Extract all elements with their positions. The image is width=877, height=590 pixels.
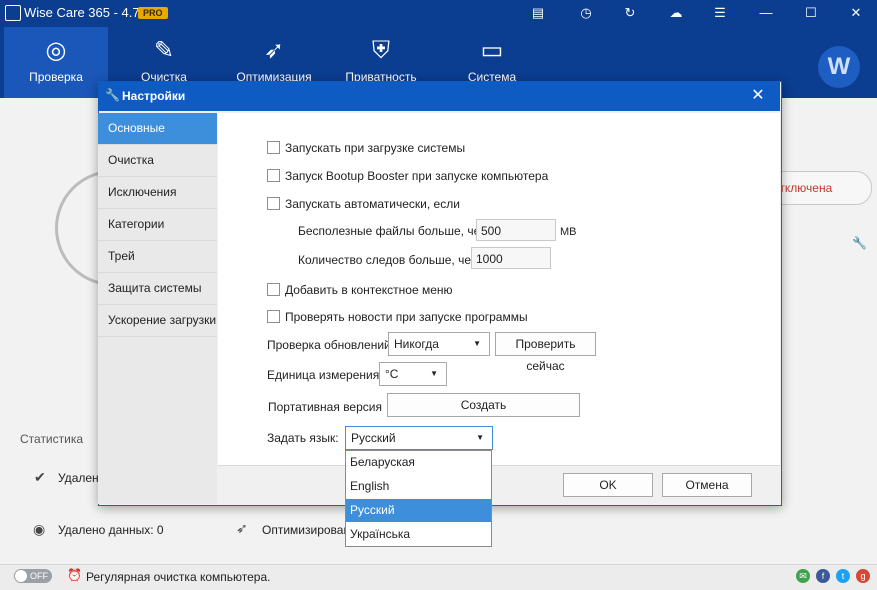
check-now-button[interactable]: Проверить сейчас bbox=[495, 332, 596, 373]
auto-run-option[interactable]: Запускать автоматически, если bbox=[267, 196, 460, 212]
junk-threshold-label: Бесполезные файлы больше, чем bbox=[298, 224, 489, 238]
menu-icon[interactable]: ☰ bbox=[711, 4, 729, 22]
rocket-icon: ➶ bbox=[236, 520, 248, 536]
broom-icon: ✎ bbox=[153, 37, 175, 64]
facebook-icon[interactable]: f bbox=[816, 569, 830, 583]
close-app-icon[interactable]: ✕ bbox=[847, 4, 865, 22]
traces-threshold-label: Количество следов больше, чем bbox=[298, 253, 480, 267]
close-icon[interactable]: ✕ bbox=[748, 86, 768, 106]
chevron-down-icon: ▼ bbox=[473, 339, 481, 348]
stats-removed: Удален bbox=[58, 471, 99, 485]
divider bbox=[218, 465, 780, 466]
app-logo-icon bbox=[5, 5, 21, 21]
unit-label: Единица измерения: bbox=[267, 368, 383, 382]
email-icon[interactable]: ✉ bbox=[796, 569, 810, 583]
radar-icon: ◎ bbox=[45, 37, 67, 64]
status-text[interactable]: Регулярная очистка компьютера. bbox=[86, 570, 270, 584]
unit-select[interactable]: °C ▼ bbox=[379, 362, 447, 386]
maximize-icon[interactable]: ☐ bbox=[802, 4, 820, 22]
chevron-down-icon: ▼ bbox=[476, 433, 484, 442]
stats-title: Статистика bbox=[20, 432, 84, 446]
shield-icon: ⛨ bbox=[372, 37, 390, 64]
language-option-russian[interactable]: Русский bbox=[346, 499, 491, 522]
sidebar-item-exclusions[interactable]: Исключения bbox=[98, 177, 217, 209]
broom-icon: ✔ bbox=[34, 469, 46, 485]
context-menu-checkbox[interactable] bbox=[267, 283, 280, 296]
wrench-icon: 🔧 bbox=[105, 88, 120, 102]
minimize-icon[interactable]: — bbox=[757, 4, 775, 22]
avatar[interactable]: W bbox=[818, 46, 860, 88]
language-select[interactable]: Русский ▼ bbox=[345, 426, 493, 450]
auto-run-checkbox[interactable] bbox=[267, 197, 280, 210]
eye-icon: ◉ bbox=[33, 521, 46, 537]
stats-optimized: Оптимизировано bbox=[262, 523, 357, 537]
check-news-checkbox[interactable] bbox=[267, 310, 280, 323]
language-option-ukrainian[interactable]: Українська bbox=[346, 523, 491, 546]
sidebar-item-clean[interactable]: Очистка bbox=[98, 145, 217, 177]
check-news-option[interactable]: Проверять новости при запуске программы bbox=[267, 309, 528, 325]
pro-badge: PRO bbox=[138, 7, 168, 19]
dialog-title: Настройки bbox=[122, 89, 186, 103]
updates-label: Проверка обновлений bbox=[267, 338, 391, 352]
bootup-option[interactable]: Запуск Bootup Booster при запуске компью… bbox=[267, 168, 548, 184]
dialog-header bbox=[98, 81, 780, 111]
app-title: Wise Care 365 - 4.7.3 bbox=[24, 5, 151, 20]
updates-select[interactable]: Никогда ▼ bbox=[388, 332, 490, 356]
create-portable-button[interactable]: Создать bbox=[387, 393, 580, 417]
language-option-english[interactable]: English bbox=[346, 475, 491, 498]
stats-removed-data: Удалено данных: 0 bbox=[58, 523, 164, 537]
chevron-down-icon: ▼ bbox=[430, 369, 438, 378]
junk-threshold-input[interactable]: 500 bbox=[476, 219, 556, 241]
wrench-icon[interactable]: 🔧 bbox=[852, 236, 867, 250]
startup-option[interactable]: Запускать при загрузке системы bbox=[267, 140, 465, 156]
sidebar-item-boot-speedup[interactable]: Ускорение загрузки bbox=[98, 305, 217, 337]
ok-button[interactable]: OK bbox=[563, 473, 653, 497]
sidebar-item-protection[interactable]: Защита системы bbox=[98, 273, 217, 305]
traces-threshold-input[interactable]: 1000 bbox=[471, 247, 551, 269]
portable-label: Портативная версия bbox=[268, 400, 382, 414]
junk-unit: MB bbox=[560, 226, 577, 238]
rocket-icon: ➶ bbox=[263, 37, 285, 64]
language-label: Задать язык: bbox=[267, 431, 339, 445]
alarm-clock-icon: ⏰ bbox=[67, 568, 82, 582]
nav-label: Проверка bbox=[29, 70, 83, 84]
nav-item-check[interactable]: ◎ Проверка bbox=[4, 27, 108, 98]
feedback-icon[interactable]: ▤ bbox=[529, 4, 547, 22]
sidebar-item-tray[interactable]: Трей bbox=[98, 241, 217, 273]
context-menu-option[interactable]: Добавить в контекстное меню bbox=[267, 282, 453, 298]
cloud-icon[interactable]: ☁ bbox=[667, 4, 685, 22]
google-plus-icon[interactable]: g bbox=[856, 569, 870, 583]
sidebar-item-categories[interactable]: Категории bbox=[98, 209, 217, 241]
monitor-icon: ▭ bbox=[480, 37, 504, 64]
language-option-belarusian[interactable]: Беларуская bbox=[346, 451, 491, 474]
twitter-icon[interactable]: t bbox=[836, 569, 850, 583]
sidebar-item-general[interactable]: Основные bbox=[98, 113, 217, 145]
toggle-knob bbox=[15, 570, 27, 582]
cancel-button[interactable]: Отмена bbox=[662, 473, 752, 497]
refresh-icon[interactable]: ↻ bbox=[621, 4, 639, 22]
history-icon[interactable]: ◷ bbox=[577, 4, 595, 22]
bootup-checkbox[interactable] bbox=[267, 169, 280, 182]
startup-checkbox[interactable] bbox=[267, 141, 280, 154]
